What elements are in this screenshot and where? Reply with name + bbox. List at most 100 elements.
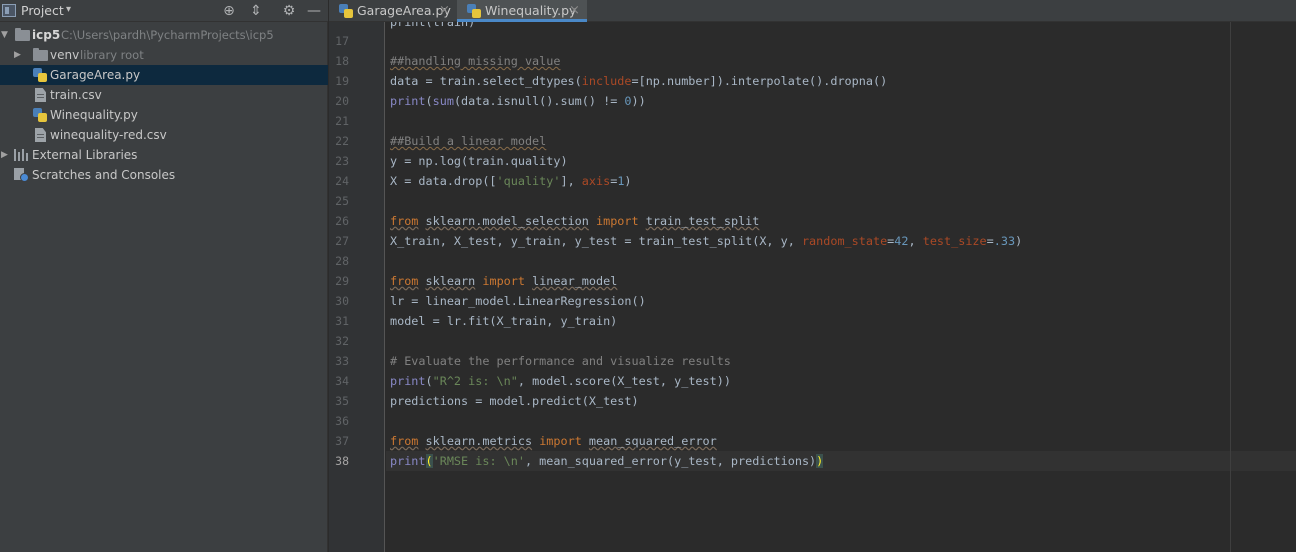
code-token: ##handling missing value <box>390 54 561 68</box>
collapse-arrow-icon[interactable]: ▶ <box>14 45 21 65</box>
code-token: , model.score(X_test, y_test)) <box>517 374 731 388</box>
line-number: 29 <box>335 274 349 288</box>
scratches-icon <box>14 168 30 182</box>
file-label: winequality-red.csv <box>50 128 167 142</box>
code-line[interactable] <box>386 31 1296 51</box>
hide-panel-icon[interactable]: — <box>305 2 323 20</box>
tree-item-venv[interactable]: ▶ venv library root <box>0 45 328 65</box>
close-icon[interactable]: × <box>439 0 450 22</box>
line-number: 23 <box>335 154 349 168</box>
code-token: random_state <box>801 234 888 248</box>
file-label: Winequality.py <box>50 108 138 122</box>
code-token: sklearn.model_selection <box>425 214 589 228</box>
code-line[interactable]: from sklearn.metrics import mean_squared… <box>386 431 1296 451</box>
code-line[interactable]: data = train.select_dtypes(include=[np.n… <box>386 71 1296 91</box>
code-line[interactable] <box>386 411 1296 431</box>
code-token: test_size <box>922 234 987 248</box>
line-number-gutter[interactable]: 17 18 19 20 21 22 23 24 25 26 27 28 29 30 31 32 33 34 35 36… <box>329 22 385 552</box>
code-token: ( <box>425 454 433 468</box>
project-tool-window: Project ▾ ⊕ ⇕ ⚙ — ▼ icp5 C:\Users\pardh\… <box>0 0 328 552</box>
code-token: ], <box>560 174 582 188</box>
code-line[interactable]: y = np.log(train.quality) <box>386 151 1296 171</box>
tree-item-file[interactable]: Winequality.py <box>0 105 328 125</box>
tree-item-external-libraries[interactable]: ▶ External Libraries <box>0 145 328 165</box>
folder-icon <box>15 28 30 41</box>
project-view-selector[interactable]: Project <box>21 3 64 18</box>
code-token: # Evaluate the performance and visualize… <box>390 354 731 368</box>
folder-icon <box>33 48 48 61</box>
code-line[interactable]: predictions = model.predict(X_test) <box>386 391 1296 411</box>
code-token: "R^2 is: \n" <box>432 374 518 388</box>
tab-garagearea[interactable]: GarageArea.py × <box>329 0 457 22</box>
code-token: linear_model <box>532 274 618 288</box>
python-file-icon <box>33 108 47 122</box>
project-view-icon <box>2 4 16 17</box>
code-line[interactable]: model = lr.fit(X_train, y_train) <box>386 311 1296 331</box>
code-line[interactable] <box>386 331 1296 351</box>
code-line[interactable]: X = data.drop(['quality'], axis=1) <box>386 171 1296 191</box>
code-token: ##Build a linear model <box>390 134 547 148</box>
collapse-all-icon[interactable]: ⇕ <box>247 2 265 20</box>
line-number: 31 <box>335 314 349 328</box>
code-line[interactable]: lr = linear_model.LinearRegression() <box>386 291 1296 311</box>
code-token: train <box>432 22 469 29</box>
code-token: = <box>986 234 994 248</box>
right-margin-guide <box>1230 22 1231 552</box>
code-editor[interactable]: print(train) ##handling missing value data… <box>386 22 1296 552</box>
gear-icon[interactable]: ⚙ <box>280 2 298 20</box>
line-number: 34 <box>335 374 349 388</box>
external-libraries-label: External Libraries <box>32 148 138 162</box>
tree-item-root[interactable]: ▼ icp5 C:\Users\pardh\PycharmProjects\ic… <box>0 25 328 45</box>
code-line[interactable]: from sklearn.model_selection import trai… <box>386 211 1296 231</box>
python-file-icon <box>33 68 47 82</box>
code-token: print <box>390 454 426 468</box>
python-file-icon <box>339 4 353 18</box>
line-number: 36 <box>335 414 349 428</box>
code-token: ) <box>816 454 824 468</box>
code-token: sklearn.metrics <box>425 434 533 448</box>
code-line[interactable]: # Evaluate the performance and visualize… <box>386 351 1296 371</box>
code-token: (data.isnull().sum() != <box>453 94 625 108</box>
code-token: data = train.select_dtypes( <box>390 74 582 88</box>
code-token: 0 <box>624 94 632 108</box>
code-line[interactable]: X_train, X_test, y_train, y_test = train… <box>386 231 1296 251</box>
code-token: print <box>390 374 426 388</box>
chevron-down-icon[interactable]: ▾ <box>66 4 71 15</box>
tab-winequality[interactable]: Winequality.py × <box>457 0 587 22</box>
code-token: include <box>581 74 632 88</box>
code-token: ) <box>624 174 632 188</box>
code-line[interactable]: ##handling missing value <box>386 51 1296 71</box>
code-line[interactable] <box>386 111 1296 131</box>
code-line[interactable]: print("R^2 is: \n", model.score(X_test, … <box>386 371 1296 391</box>
csv-file-icon <box>35 88 46 102</box>
tree-item-file[interactable]: train.csv <box>0 85 328 105</box>
line-number: 32 <box>335 334 349 348</box>
collapse-arrow-icon[interactable]: ▶ <box>1 145 8 165</box>
tree-item-scratches[interactable]: Scratches and Consoles <box>0 165 328 185</box>
tree-item-file[interactable]: GarageArea.py <box>0 65 328 85</box>
line-number: 27 <box>335 234 349 248</box>
line-number: 35 <box>335 394 349 408</box>
code-line[interactable] <box>386 251 1296 271</box>
code-token: 'quality' <box>496 174 561 188</box>
tree-item-file[interactable]: winequality-red.csv <box>0 125 328 145</box>
code-line[interactable]: from sklearn import linear_model <box>386 271 1296 291</box>
code-token: import <box>539 434 582 448</box>
code-token: y = np.log(train.quality) <box>390 154 568 168</box>
line-number: 38 <box>335 454 349 468</box>
code-line[interactable]: ##Build a linear model <box>386 131 1296 151</box>
project-root-path: C:\Users\pardh\PycharmProjects\icp5 <box>61 28 274 42</box>
code-line[interactable]: print('RMSE is: \n', mean_squared_error(… <box>386 451 1296 471</box>
code-line[interactable]: print(sum(data.isnull().sum() != 0)) <box>386 91 1296 111</box>
code-token: train_test_split <box>645 214 760 228</box>
close-icon[interactable]: × <box>569 0 580 22</box>
code-token: from <box>390 274 419 288</box>
code-token: mean_squared_error <box>588 434 717 448</box>
code-token: print <box>390 94 426 108</box>
code-token: sklearn <box>425 274 476 288</box>
expand-arrow-icon[interactable]: ▼ <box>1 25 8 45</box>
locate-target-icon[interactable]: ⊕ <box>220 2 238 20</box>
code-token: ( <box>425 94 433 108</box>
code-line[interactable] <box>386 191 1296 211</box>
